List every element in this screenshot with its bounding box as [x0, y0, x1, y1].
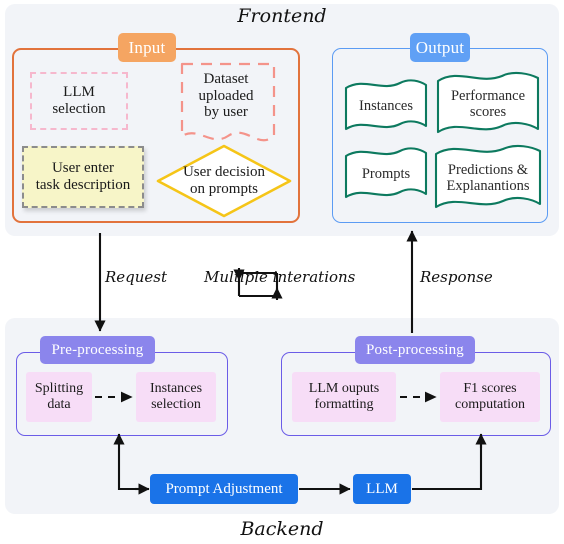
connector-layer	[94, 230, 487, 495]
preprocessing-to-prompt-arrow	[117, 437, 146, 491]
loop-connector-top	[237, 271, 277, 296]
diagram-canvas: Frontend Input LLM selection Dataset upl…	[0, 0, 564, 544]
llm-to-postprocessing-arrow	[412, 442, 483, 491]
